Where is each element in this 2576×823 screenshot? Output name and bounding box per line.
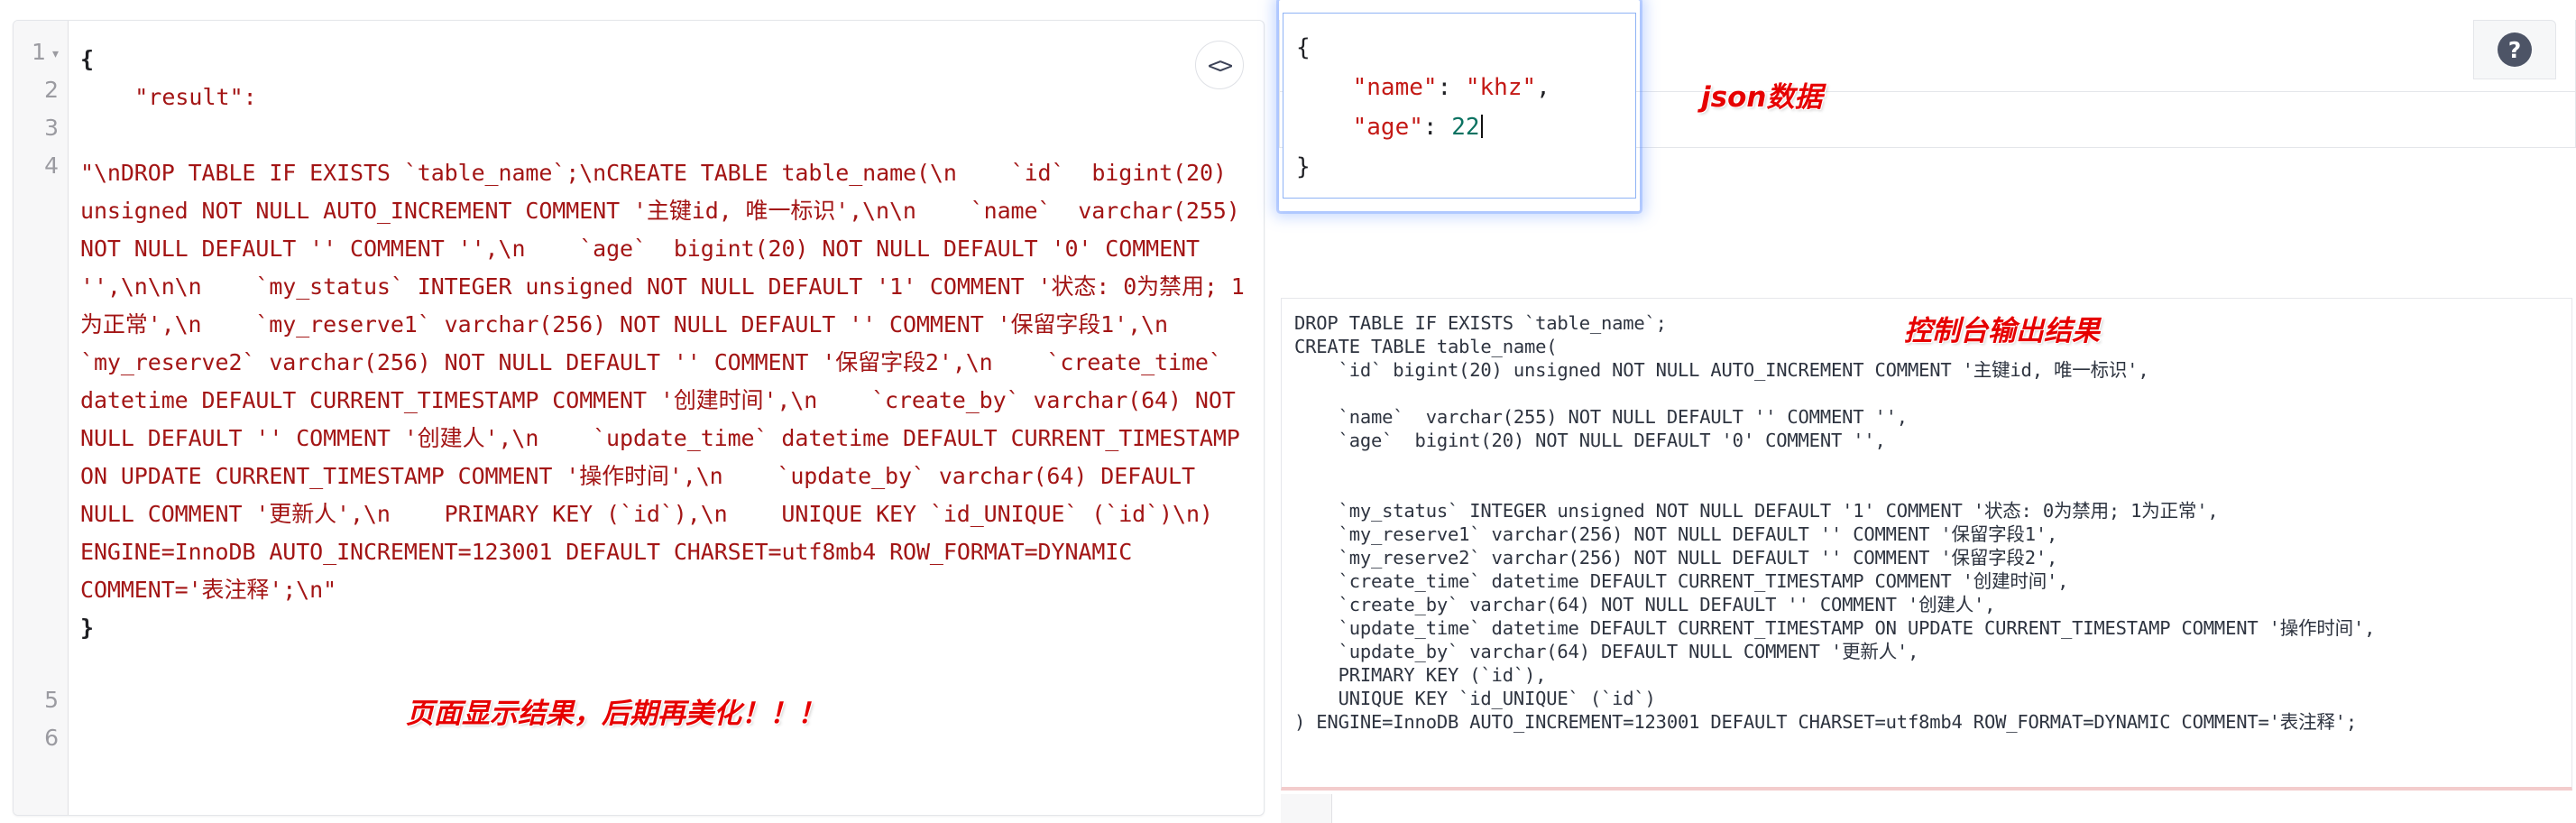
console-line: `my_reserve1` varchar(256) NOT NULL DEFA… [1294, 523, 2058, 545]
code-brackets-icon: <> [1207, 51, 1233, 79]
annotation-json-data: json数据 [1701, 81, 1823, 114]
console-line: PRIMARY KEY (`id`), [1294, 664, 1547, 686]
line-number-label: 5 [44, 687, 59, 713]
console-line: `age` bigint(20) NOT NULL DEFAULT '0' CO… [1294, 430, 1886, 451]
question-mark-icon: ? [2498, 32, 2532, 67]
console-line: `name` varchar(255) NOT NULL DEFAULT '' … [1294, 406, 1909, 428]
console-line: `update_by` varchar(64) DEFAULT NULL COM… [1294, 641, 1919, 662]
line-number-gutter: 1 ▾ 2 3 4 5 6 [14, 21, 69, 815]
code-line-2: "result": [80, 79, 1247, 116]
json-name-comma: , [1536, 74, 1550, 101]
json-key-name: "name" [1352, 74, 1438, 101]
console-line: `my_reserve2` varchar(256) NOT NULL DEFA… [1294, 547, 2058, 569]
json-age-sep: : [1422, 114, 1452, 141]
console-line: `create_time` datetime DEFAULT CURRENT_T… [1294, 570, 2069, 592]
console-line: UNIQUE KEY `id_UNIQUE` (`id`) [1294, 688, 1656, 709]
console-line: `create_by` varchar(64) NOT NULL DEFAULT… [1294, 594, 1996, 615]
code-line-5: } [80, 609, 1247, 647]
console-output-panel: DROP TABLE IF EXISTS `table_name`; CREATE… [1281, 298, 2572, 791]
json-editor-popup: { "name": "khz", "age": 22 } [1279, 0, 1640, 211]
code-view-toggle-button[interactable]: <> [1195, 41, 1244, 89]
line-number-label: 3 [44, 115, 59, 141]
text-cursor [1480, 115, 1483, 138]
line-number-label: 4 [44, 153, 59, 179]
json-input-editor[interactable]: { "name": "khz", "age": 22 } [1283, 13, 1636, 199]
console-output-text: DROP TABLE IF EXISTS `table_name`; CREATE… [1294, 311, 2562, 734]
result-value-string: "\nDROP TABLE IF EXISTS `table_name`;\nC… [80, 160, 1254, 603]
json-name-sep: : [1437, 74, 1466, 101]
console-line: ) ENGINE=InnoDB AUTO_INCREMENT=123001 DE… [1294, 711, 2357, 733]
console-line: `my_status` INTEGER unsigned NOT NULL DE… [1294, 500, 2219, 522]
annotation-console-output: 控制台输出结果 [1904, 315, 2100, 347]
console-line: `id` bigint(20) unsigned NOT NULL AUTO_I… [1294, 359, 2149, 381]
json-value-name: "khz" [1465, 74, 1537, 101]
console-line: `update_time` datetime DEFAULT CURRENT_T… [1294, 617, 2376, 639]
line-number-label: 6 [44, 725, 59, 751]
json-value-age: 22 [1451, 114, 1480, 141]
json-line-age: "age": 22 [1296, 107, 1623, 147]
console-bottom-gutter [1281, 794, 1332, 823]
line-number-2: 2 [44, 79, 59, 101]
code-line-1: { [80, 41, 1247, 79]
response-viewer-panel: 1 ▾ 2 3 4 5 6 { "result": "\nDROP TABLE IF EXI… [13, 20, 1265, 816]
code-line-1-text: { [80, 46, 95, 72]
annotation-page-result: 页面显示结果，后期再美化！！！ [406, 698, 825, 730]
line-number-label: 2 [44, 77, 59, 103]
fold-caret-icon[interactable]: ▾ [52, 48, 59, 60]
line-number-6: 6 [44, 726, 59, 749]
line-number-label: 1 [32, 39, 46, 65]
json-open-brace: { [1296, 34, 1311, 61]
line-number-5: 5 [44, 689, 59, 711]
line-number-4: 4 [44, 154, 59, 177]
line-number-3: 3 [44, 116, 59, 139]
json-line-name: "name": "khz", [1296, 68, 1623, 107]
help-button[interactable]: ? [2473, 20, 2556, 79]
code-line-5-text: } [80, 615, 95, 641]
json-line-close: } [1296, 147, 1623, 187]
json-line-open: { [1296, 28, 1623, 68]
json-key-age: "age" [1352, 114, 1423, 141]
line-number-1: 1 ▾ [32, 41, 59, 63]
right-side-region: ? { "name": "khz", "age": 22 } json数据 DR… [1279, 0, 2576, 823]
json-close-brace: } [1296, 153, 1311, 180]
result-key: "result": [134, 84, 257, 110]
